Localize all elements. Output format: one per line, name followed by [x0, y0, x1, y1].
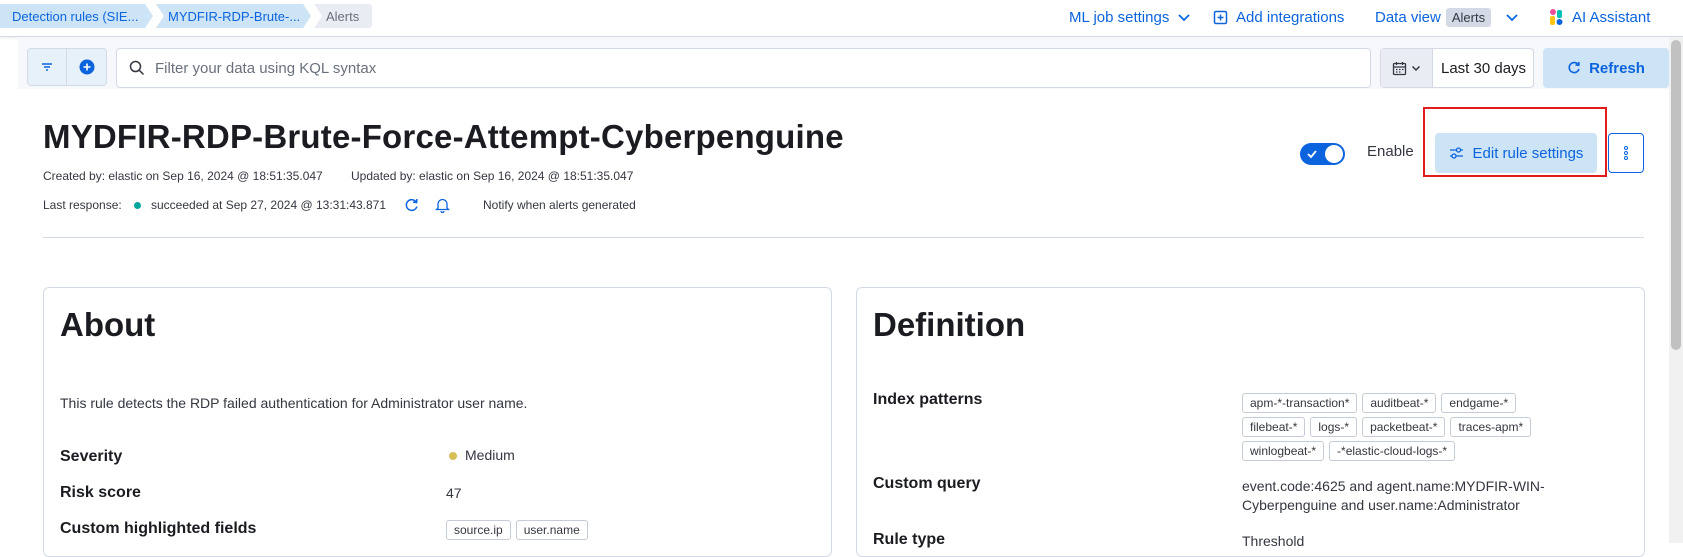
definition-heading: Definition [873, 306, 1026, 343]
ml-job-settings-label: ML job settings [1069, 8, 1170, 26]
index-pattern-tag: winlogbeat-* [1242, 441, 1325, 461]
integrations-icon [1213, 10, 1228, 24]
filter-menu-button[interactable] [27, 48, 67, 86]
check-icon [1307, 150, 1317, 159]
filter-icon [42, 63, 52, 71]
custom-fields-label: Custom highlighted fields [60, 520, 257, 537]
scrollbar-thumb[interactable] [1671, 40, 1681, 350]
data-view-picker[interactable]: Data view Alerts [1375, 6, 1519, 28]
custom-fields-tags: source.ip user.name [446, 520, 593, 540]
created-by-text: Created by: elastic on Sep 16, 2024 @ 18… [43, 169, 323, 183]
refresh-label: Refresh [1589, 59, 1645, 77]
ai-assistant-icon [1550, 9, 1563, 25]
refresh-button[interactable]: Refresh [1543, 48, 1669, 88]
custom-query-label: Custom query [873, 475, 981, 492]
rule-description: This rule detects the RDP failed authent… [60, 395, 528, 411]
page-scrollbar[interactable] [1669, 37, 1683, 543]
breadcrumb-label: MYDFIR-RDP-Brute-... [168, 8, 301, 24]
ml-job-settings-button[interactable]: ML job settings [1069, 6, 1191, 28]
field-tag: source.ip [446, 520, 511, 540]
chevron-down-icon [1411, 65, 1421, 72]
breadcrumb-detection-rules[interactable]: Detection rules (SIE... [0, 4, 153, 28]
index-pattern-tag: endgame-* [1441, 393, 1517, 413]
index-patterns-label: Index patterns [873, 391, 983, 408]
last-response-value: succeeded at Sep 27, 2024 @ 13:31:43.871 [151, 198, 387, 212]
vertical-dots-icon [1624, 146, 1628, 160]
kql-search-input[interactable] [155, 59, 1370, 77]
breadcrumb-rule[interactable]: MYDFIR-RDP-Brute-... [156, 4, 311, 28]
status-success-dot [134, 202, 141, 209]
custom-query-value: event.code:4625 and agent.name:MYDFIR-WI… [1242, 477, 1545, 515]
severity-text: Medium [465, 447, 515, 463]
enable-toggle[interactable] [1300, 143, 1345, 165]
severity-dot [449, 452, 457, 460]
date-quick-menu-button[interactable] [1381, 49, 1433, 87]
index-pattern-tag: -*elastic-cloud-logs-* [1329, 441, 1456, 461]
ai-assistant-button[interactable]: AI Assistant [1548, 6, 1650, 28]
ai-assistant-label: AI Assistant [1572, 8, 1651, 26]
edit-rule-settings-button[interactable]: Edit rule settings [1435, 133, 1597, 173]
rule-type-label: Rule type [873, 531, 946, 548]
settings-sliders-icon [1449, 147, 1463, 159]
top-navigation-bar: Detection rules (SIE... MYDFIR-RDP-Brute… [0, 0, 1683, 37]
definition-panel: Definition Index patterns apm-*-transact… [856, 287, 1645, 557]
breadcrumb-alerts[interactable]: Alerts [314, 4, 372, 28]
rule-type-value: Threshold [1242, 533, 1305, 549]
about-panel: About This rule detects the RDP failed a… [43, 287, 832, 557]
page-title: MYDFIR-RDP-Brute-Force-Attempt-Cyberpeng… [43, 118, 844, 155]
more-actions-button[interactable] [1608, 133, 1644, 173]
updated-by-text: Updated by: elastic on Sep 16, 2024 @ 18… [351, 169, 634, 183]
add-integrations-button[interactable]: Add integrations [1213, 6, 1344, 28]
toggle-knob [1325, 145, 1343, 163]
index-pattern-tag: packetbeat-* [1362, 417, 1446, 437]
risk-score-label: Risk score [60, 484, 141, 501]
field-tag: user.name [515, 520, 588, 540]
calendar-icon [1392, 61, 1407, 75]
enable-label: Enable [1367, 143, 1414, 160]
date-picker: Last 30 days [1380, 48, 1534, 88]
breadcrumb-label: Alerts [326, 8, 360, 24]
index-patterns-tags: apm-*-transaction* auditbeat-* endgame-* f… [1242, 393, 1536, 465]
bell-icon[interactable] [435, 197, 450, 213]
edit-rule-settings-label: Edit rule settings [1472, 144, 1584, 162]
index-pattern-tag: traces-apm* [1450, 417, 1532, 437]
kql-search-bar [116, 48, 1371, 88]
header-divider [43, 237, 1644, 238]
index-pattern-tag: apm-*-transaction* [1242, 393, 1358, 413]
severity-label: Severity [60, 448, 123, 465]
last-response-label: Last response: [43, 198, 122, 212]
severity-value: Medium [449, 447, 515, 463]
index-pattern-tag: filebeat-* [1242, 417, 1306, 437]
query-line: event.code:4625 and agent.name:MYDFIR-WI… [1242, 478, 1545, 494]
chevron-down-icon [1506, 14, 1518, 22]
chevron-down-icon [1178, 14, 1190, 22]
query-line: Cyberpenguine and user.name:Administrato… [1242, 497, 1520, 513]
risk-score-value: 47 [446, 485, 462, 501]
index-pattern-tag: auditbeat-* [1362, 393, 1437, 413]
data-view-badge: Alerts [1445, 7, 1492, 27]
add-integrations-label: Add integrations [1236, 8, 1345, 26]
data-view-label: Data view [1375, 8, 1441, 26]
breadcrumb-label: Detection rules (SIE... [12, 8, 139, 24]
plus-circle-icon [79, 59, 94, 75]
refresh-icon[interactable] [404, 198, 419, 213]
add-filter-button[interactable] [67, 48, 107, 86]
date-range-display[interactable]: Last 30 days [1433, 49, 1533, 87]
about-heading: About [60, 306, 156, 343]
notify-text: Notify when alerts generated [483, 198, 636, 212]
search-icon [129, 60, 145, 76]
index-pattern-tag: logs-* [1310, 417, 1358, 437]
refresh-icon [1568, 61, 1580, 74]
